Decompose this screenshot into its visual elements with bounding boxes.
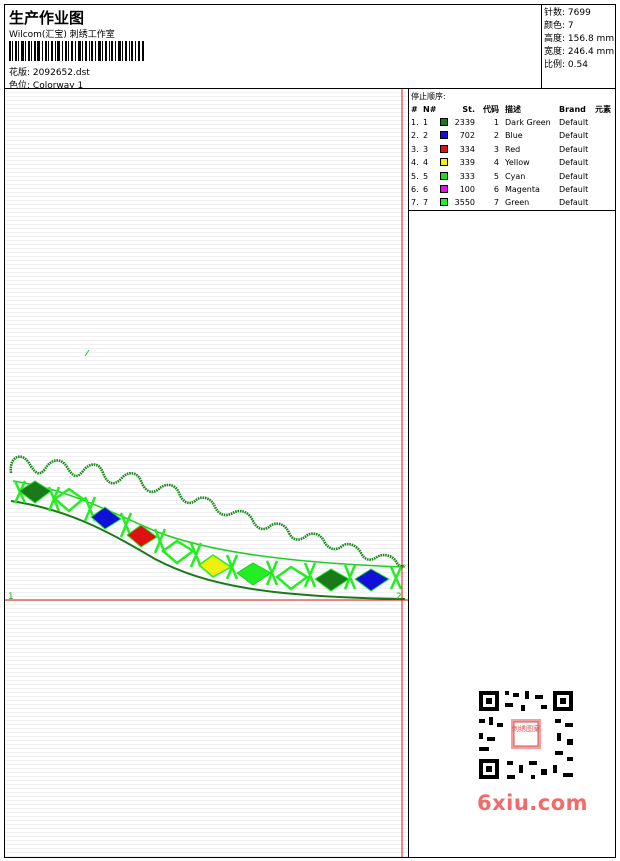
row-description: Yellow bbox=[505, 158, 530, 168]
table-row[interactable]: 2. 2 702 2 Blue Default bbox=[409, 129, 615, 142]
diamond-red bbox=[126, 524, 158, 548]
row-code: 5 bbox=[493, 171, 499, 181]
qr-center-text: 刺绣图案 bbox=[512, 724, 540, 733]
row-brand: Default bbox=[559, 158, 589, 168]
barcode-image bbox=[9, 41, 144, 61]
diamond-blue-2 bbox=[354, 568, 390, 592]
row-brand: Default bbox=[559, 144, 589, 154]
row-brand: Default bbox=[559, 131, 589, 141]
pattern-label: 花版: bbox=[9, 68, 31, 78]
stop-sequence-table: 停止顺序: # N# St. 代码 描述 Brand 元素 1. 1 2339 1 Da… bbox=[409, 89, 615, 211]
diamond-green bbox=[236, 562, 272, 586]
stat-label: 比例: bbox=[544, 60, 566, 70]
row-num: 5. bbox=[411, 171, 419, 181]
table-row[interactable]: 3. 3 334 3 Red Default bbox=[409, 143, 615, 156]
row-needle: 7 bbox=[423, 198, 429, 208]
col-num: # bbox=[411, 105, 418, 114]
pattern-info: 花版: 2092652.dst bbox=[9, 65, 90, 78]
row-stitches: 333 bbox=[459, 171, 475, 181]
site-watermark: 6xiu.com bbox=[477, 791, 589, 815]
stat-label: 颜色: bbox=[544, 21, 566, 31]
sheet-title: 生产作业图 bbox=[9, 9, 85, 27]
col-element: 元素 bbox=[595, 105, 611, 114]
col-brand: Brand bbox=[559, 105, 586, 114]
row-num: 7. bbox=[411, 198, 419, 208]
row-code: 7 bbox=[493, 198, 499, 208]
diamond-dark-green-2 bbox=[314, 568, 350, 592]
embroidery-preview: 1 2 bbox=[5, 89, 408, 857]
table-row[interactable]: 6. 6 100 6 Magenta Default bbox=[409, 183, 615, 196]
table-row[interactable]: 7. 7 3550 7 Green Default bbox=[409, 196, 615, 209]
diamond-outline-3 bbox=[274, 565, 310, 591]
stray-stitch bbox=[84, 349, 90, 357]
row-needle: 6 bbox=[423, 185, 429, 194]
row-needle: 3 bbox=[423, 144, 429, 154]
table-row[interactable]: 1. 1 2339 1 Dark Green Default bbox=[409, 116, 615, 129]
stat-label: 宽度: bbox=[544, 47, 566, 57]
row-brand: Default bbox=[559, 171, 589, 181]
stat-stitches: 针数: 7699 bbox=[544, 7, 615, 20]
stat-label: 针数: bbox=[544, 8, 566, 18]
row-description: Blue bbox=[505, 131, 523, 141]
row-code: 2 bbox=[493, 131, 499, 141]
diamond-yellow bbox=[197, 554, 233, 578]
pattern-filename: 2092652.dst bbox=[32, 68, 90, 78]
stat-value: 156.8 mm bbox=[567, 34, 615, 44]
row-description: Green bbox=[505, 198, 530, 208]
stat-value: 0.54 bbox=[567, 60, 588, 70]
table-row[interactable]: 5. 5 333 5 Cyan Default bbox=[409, 170, 615, 183]
stat-colors: 颜色: 7 bbox=[544, 20, 615, 33]
row-num: 4. bbox=[411, 158, 419, 168]
row-stitches: 702 bbox=[459, 131, 475, 141]
row-num: 3. bbox=[411, 144, 419, 154]
row-needle: 1 bbox=[423, 118, 429, 127]
origin-marker: 1 bbox=[8, 592, 14, 602]
row-description: Red bbox=[505, 144, 521, 154]
row-code: 3 bbox=[493, 144, 499, 154]
row-code: 4 bbox=[493, 158, 499, 168]
qr-code-image: 刺绣图案 bbox=[471, 685, 581, 785]
table-row[interactable]: 4. 4 339 4 Yellow Default bbox=[409, 156, 615, 169]
col-description: 描述 bbox=[505, 105, 521, 114]
stop-sequence-title: 停止顺序: bbox=[411, 92, 446, 101]
row-stitches: 3550 bbox=[454, 198, 475, 208]
col-code: 代码 bbox=[483, 105, 499, 114]
row-description: Dark Green bbox=[505, 118, 551, 127]
stat-height: 高度: 156.8 mm bbox=[544, 33, 615, 46]
row-description: Magenta bbox=[505, 185, 540, 194]
row-num: 1. bbox=[411, 118, 419, 127]
row-brand: Default bbox=[559, 118, 589, 127]
stat-value: 7 bbox=[567, 21, 574, 31]
stat-value: 7699 bbox=[567, 8, 591, 18]
design-stats: 针数: 7699 颜色: 7 高度: 156.8 mm 宽度: 246.4 mm… bbox=[541, 5, 615, 89]
row-brand: Default bbox=[559, 185, 589, 194]
sheet-header: 生产作业图 Wilcom(汇宝) 刺绣工作室 花版: 2092652.dst 色… bbox=[5, 5, 615, 91]
row-needle: 4 bbox=[423, 158, 429, 168]
row-num: 6. bbox=[411, 185, 419, 194]
stat-value: 246.4 mm bbox=[567, 47, 615, 57]
row-needle: 2 bbox=[423, 131, 429, 141]
col-no: N# bbox=[423, 105, 437, 114]
col-stitches: St. bbox=[462, 105, 475, 114]
design-canvas[interactable]: 1 2 bbox=[5, 89, 409, 857]
software-subtitle: Wilcom(汇宝) 刺绣工作室 bbox=[9, 30, 115, 40]
row-brand: Default bbox=[559, 198, 589, 208]
stat-scale: 比例: 0.54 bbox=[544, 59, 615, 72]
diamond-outline-2 bbox=[160, 539, 196, 565]
row-stitches: 334 bbox=[459, 144, 475, 154]
row-num: 2. bbox=[411, 131, 419, 141]
end-marker: 2 bbox=[396, 592, 402, 602]
row-stitches: 100 bbox=[459, 185, 475, 194]
production-sheet: 生产作业图 Wilcom(汇宝) 刺绣工作室 花版: 2092652.dst 色… bbox=[4, 4, 616, 858]
row-needle: 5 bbox=[423, 171, 429, 181]
stat-width: 宽度: 246.4 mm bbox=[544, 46, 615, 59]
stat-label: 高度: bbox=[544, 34, 566, 44]
row-code: 6 bbox=[493, 185, 499, 194]
row-stitches: 339 bbox=[459, 158, 475, 168]
row-stitches: 2339 bbox=[454, 118, 475, 127]
table-header: # N# St. 代码 描述 Brand 元素 bbox=[409, 103, 615, 116]
row-code: 1 bbox=[493, 118, 499, 127]
band-top-edge bbox=[12, 480, 406, 568]
row-description: Cyan bbox=[505, 171, 526, 181]
